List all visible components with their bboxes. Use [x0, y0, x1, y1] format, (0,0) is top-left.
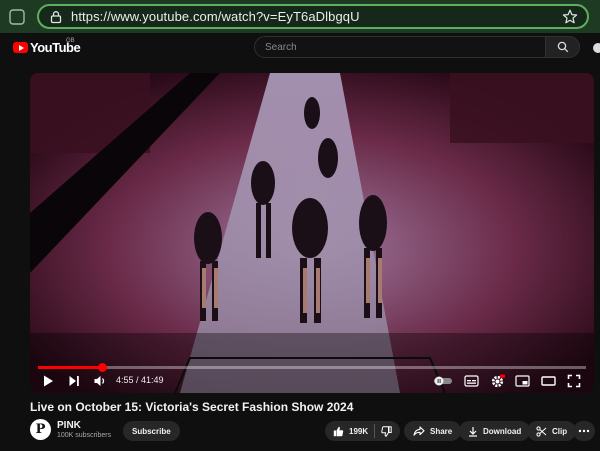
- like-count: 199K: [349, 426, 369, 436]
- scissors-icon: [536, 425, 547, 437]
- like-divider: [374, 424, 376, 438]
- autoplay-toggle-icon: [434, 376, 452, 386]
- like-dislike-group: 199K: [325, 421, 401, 441]
- browser-toolbar: https://www.youtube.com/watch?v=EyT6aDlb…: [0, 0, 600, 33]
- search-input[interactable]: [265, 41, 525, 53]
- thumbs-up-icon: [333, 426, 344, 436]
- share-label: Share: [430, 426, 453, 436]
- dislike-button[interactable]: [381, 425, 392, 437]
- subscribe-button[interactable]: Subscribe: [123, 421, 180, 441]
- thumbs-down-icon: [381, 425, 392, 437]
- download-icon: [469, 426, 477, 437]
- gear-icon: [491, 374, 505, 387]
- fullscreen-icon: [567, 374, 581, 388]
- share-icon: [413, 426, 425, 436]
- settings-button[interactable]: [487, 371, 507, 391]
- channel-action-row: P PINK 100K subscribers Subscribe 199K S…: [30, 418, 600, 444]
- search-button[interactable]: [545, 36, 580, 58]
- theater-mode-button[interactable]: [538, 371, 558, 391]
- url-text[interactable]: https://www.youtube.com/watch?v=EyT6aDlb…: [71, 9, 360, 24]
- volume-button[interactable]: [90, 371, 110, 391]
- channel-avatar[interactable]: P: [30, 419, 51, 440]
- next-button[interactable]: [64, 371, 84, 391]
- more-actions-button[interactable]: [573, 421, 595, 441]
- subtitles-button[interactable]: [461, 371, 481, 391]
- miniplayer-button[interactable]: [512, 371, 532, 391]
- autoplay-toggle[interactable]: [432, 371, 454, 391]
- clip-label: Clip: [552, 426, 568, 436]
- volume-icon: [94, 376, 105, 386]
- like-button[interactable]: 199K: [333, 426, 368, 437]
- video-frame: [30, 73, 594, 393]
- youtube-play-logo-icon: [13, 42, 28, 53]
- share-button[interactable]: Share: [404, 421, 462, 441]
- play-icon: [44, 375, 53, 387]
- play-button[interactable]: [38, 371, 58, 391]
- video-player[interactable]: 4:55 / 41:49: [30, 73, 594, 393]
- search-box[interactable]: [254, 36, 546, 58]
- address-bar[interactable]: https://www.youtube.com/watch?v=EyT6aDlb…: [37, 4, 589, 29]
- subtitles-icon: [463, 375, 479, 387]
- site-info-icon[interactable]: [45, 6, 67, 28]
- miniplayer-icon: [514, 375, 530, 387]
- clip-button[interactable]: Clip: [527, 421, 577, 441]
- search-icon: [557, 41, 568, 53]
- next-icon: [69, 376, 79, 386]
- bookmark-star-icon[interactable]: [561, 8, 579, 26]
- video-title: Live on October 15: Victoria's Secret Fa…: [30, 400, 354, 414]
- fullscreen-button[interactable]: [564, 371, 584, 391]
- subscriber-count: 100K subscribers: [57, 432, 112, 439]
- voice-search-icon[interactable]: [593, 43, 600, 53]
- download-label: Download: [483, 426, 522, 436]
- channel-name[interactable]: PINK: [57, 420, 81, 431]
- theater-mode-icon: [540, 376, 556, 386]
- avatar-letter: P: [35, 422, 46, 437]
- time-display: 4:55 / 41:49: [116, 375, 164, 385]
- browser-sidebar-icon[interactable]: [6, 6, 28, 28]
- download-button[interactable]: Download: [459, 421, 531, 441]
- player-controls: 4:55 / 41:49: [30, 369, 594, 393]
- more-horizontal-icon: [578, 429, 590, 433]
- youtube-header: YouTube GB: [0, 33, 600, 63]
- region-code: GB: [66, 38, 75, 44]
